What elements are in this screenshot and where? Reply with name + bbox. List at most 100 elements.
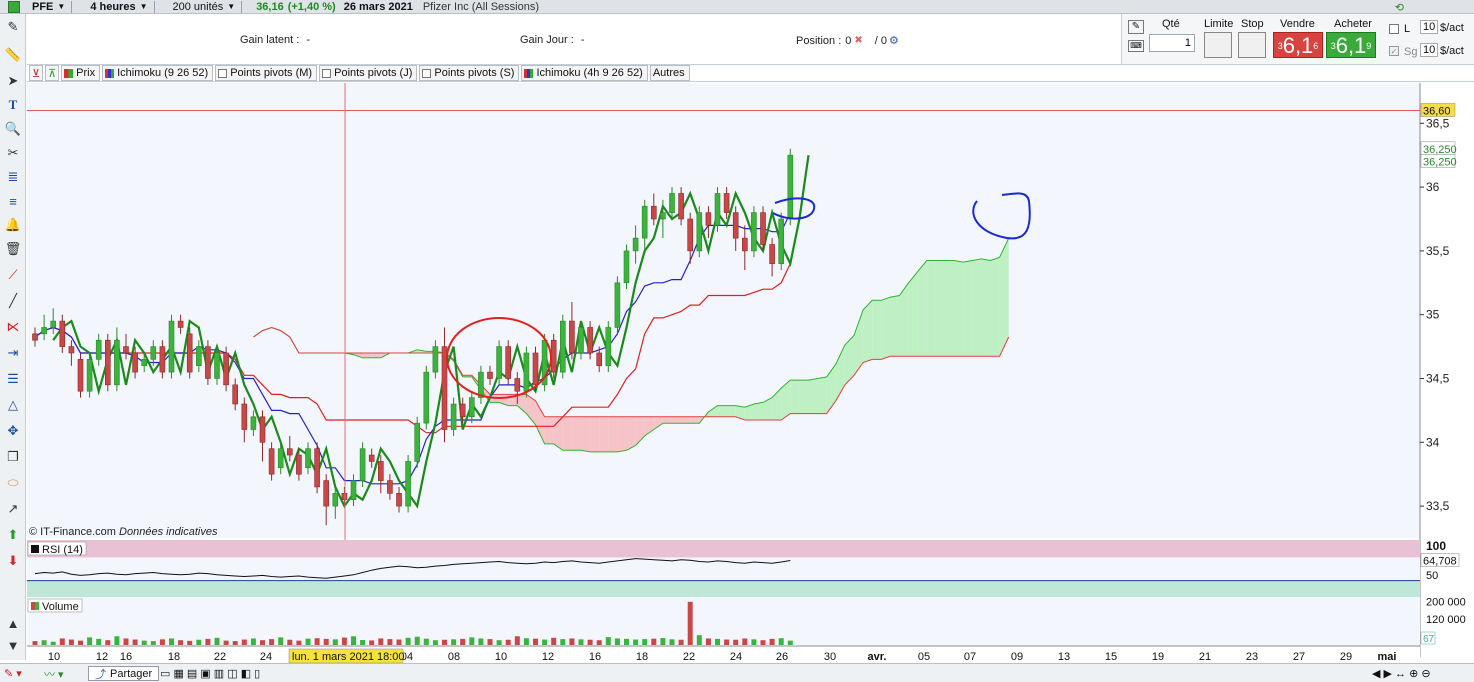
indicator-pivots-j[interactable]: Points pivots (J) [319, 65, 418, 81]
price-down-icon[interactable]: ⊻ [29, 65, 44, 81]
move-icon[interactable]: ✥ [4, 422, 22, 440]
volume-bar [159, 639, 165, 645]
pencil-icon[interactable]: ✎ ▾ [4, 666, 22, 681]
arrow-icon[interactable]: ↗ [4, 500, 22, 518]
volume-bar [460, 638, 466, 645]
indicator-ichimoku-4h[interactable]: Ichimoku (4h 9 26 52) [521, 65, 648, 81]
watermark-italic: Données indicatives [119, 526, 218, 538]
candle-body [341, 493, 348, 501]
kumo-bear [581, 416, 591, 452]
qty-input[interactable] [1149, 34, 1195, 52]
l-checkbox[interactable] [1389, 24, 1399, 34]
sg-checkbox[interactable]: ✓ [1389, 46, 1399, 56]
expand-icon[interactable]: ▼ [4, 636, 22, 654]
indicator-prix[interactable]: Prix [61, 65, 101, 81]
alert-bell-icon[interactable]: 🔔 [4, 216, 22, 234]
eraser-icon[interactable]: ✂ [4, 144, 22, 162]
x-tick-label: 16 [589, 651, 601, 663]
chart-type-icon[interactable]: 〰 ▾ [44, 666, 64, 681]
window-icon[interactable]: ▭ ▦ ▤ ▣ ▥ ◫ ◧ ▯ [160, 666, 260, 681]
volume-bar [769, 638, 775, 645]
channel-icon[interactable]: ⟋ [4, 266, 22, 284]
candle-body [359, 448, 366, 481]
copy-icon[interactable]: ❐ [4, 448, 22, 466]
kumo-bear [590, 416, 600, 452]
limit-order-button[interactable] [1204, 32, 1232, 58]
ellipse-icon[interactable]: ⬭ [4, 474, 22, 492]
scroll-left-icon[interactable]: ◀ ▶ ↔ ⊕ ⊖ [1372, 666, 1431, 681]
line-icon[interactable]: ╱ [4, 292, 22, 310]
triangle-icon[interactable]: △ [4, 396, 22, 414]
lot1-value[interactable]: 10 [1420, 20, 1439, 34]
buy-button[interactable]: 36,19 [1326, 32, 1376, 58]
y-tick-label: 33,5 [1426, 499, 1450, 513]
share-button[interactable]: ⤴ Partager [88, 666, 160, 681]
price-up-icon[interactable]: ⊼ [45, 65, 60, 81]
x-tick-label: 08 [448, 651, 460, 663]
refresh-icon[interactable]: ⟲ [1395, 1, 1404, 14]
gear-icon[interactable]: ⚙ [889, 34, 899, 47]
volume-bar [332, 639, 338, 645]
indicator-label: Points pivots (J) [334, 67, 413, 79]
kumo-bull [799, 380, 809, 414]
candle-body [387, 480, 393, 494]
candle [168, 314, 175, 379]
ruler-icon[interactable]: 📏 [4, 46, 22, 64]
indicator-ichimoku[interactable]: Ichimoku (9 26 52) [102, 65, 214, 81]
instrument-name: Pfizer Inc (All Sessions) [422, 0, 539, 13]
candle-body [396, 493, 402, 507]
sell-price-sup: 6 [1313, 41, 1319, 51]
indicator-others[interactable]: Autres [649, 65, 690, 81]
kumo-bear [681, 416, 691, 424]
candle-body [177, 320, 184, 328]
x-tick-label: 16 [120, 651, 132, 663]
indicator-pivots-s[interactable]: Points pivots (S) [419, 65, 520, 81]
trash-icon[interactable]: 🗑 [4, 240, 22, 258]
volume-bar [269, 639, 275, 645]
units-select[interactable]: 200 unités ▼ [173, 1, 236, 13]
symbol-select[interactable]: PFE ▼ [32, 1, 65, 13]
volume-bar [278, 637, 284, 645]
candle-body [714, 193, 721, 226]
volume-bar [578, 639, 584, 645]
interval-select[interactable]: 4 heures ▼ [90, 1, 147, 13]
stop-label: Stop [1241, 18, 1264, 30]
volume-bar [696, 635, 702, 645]
lot2-value[interactable]: 10 [1420, 43, 1439, 57]
pencil-icon[interactable]: ✎ [4, 18, 22, 36]
fibonacci-fan-icon[interactable]: ≡ [4, 192, 22, 210]
volume-last-label: 67 [1423, 634, 1435, 645]
indicator-label: Ichimoku (4h 9 26 52) [536, 67, 643, 79]
app-icon[interactable] [8, 0, 20, 13]
collapse-icon[interactable]: ▲ [4, 614, 22, 632]
levels-icon[interactable]: ☰ [4, 370, 22, 388]
candle [223, 346, 229, 392]
gain-jour-label: Gain Jour : [520, 34, 574, 46]
kumo-bear [362, 352, 372, 358]
ichimoku-swatch-icon [524, 68, 534, 78]
fibonacci-icon[interactable]: ≣ [4, 168, 22, 186]
kumo-bear [626, 416, 636, 451]
buy-arrow-icon[interactable]: ⬆ [4, 526, 22, 544]
indicator-pivots-m[interactable]: Points pivots (M) [215, 65, 318, 81]
stop-order-button[interactable] [1238, 32, 1266, 58]
candle-body [132, 352, 138, 373]
sell-button[interactable]: 36,16 [1273, 32, 1323, 58]
sell-arrow-icon[interactable]: ⬇ [4, 552, 22, 570]
fan-icon[interactable]: ⋉ [4, 318, 22, 336]
candle [423, 365, 430, 430]
candle-body [578, 327, 584, 354]
close-position-icon[interactable]: ✖ [854, 35, 862, 46]
price-chart[interactable]: 33,5 34 34,5 35 35,5 36 36,536,60 36,25036,250 ©… [27, 83, 1474, 663]
position-value: 0 [845, 34, 852, 47]
wrench-icon[interactable]: ✎ [1128, 20, 1144, 34]
buy-label: Acheter [1334, 18, 1372, 30]
keyboard-icon[interactable]: ⌨ [1128, 40, 1144, 52]
zoom-icon[interactable]: 🔍 [4, 120, 22, 138]
horizontal-line-icon[interactable]: ⇥ [4, 344, 22, 362]
cursor-icon[interactable]: ➤ [4, 72, 22, 90]
text-tool-icon[interactable]: T [4, 96, 22, 114]
candle-body [405, 461, 411, 507]
kumo-bull [981, 258, 991, 357]
x-tick-label: 27 [1293, 651, 1305, 663]
